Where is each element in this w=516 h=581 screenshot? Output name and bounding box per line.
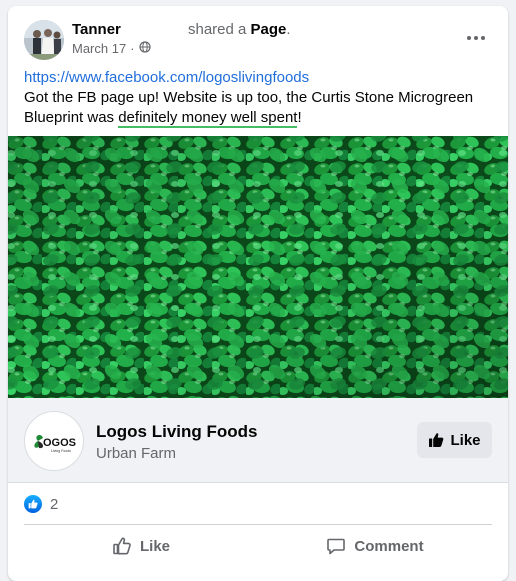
author-name[interactable]: Tanner [72,21,121,38]
shared-prefix: shared a [188,21,251,38]
shared-object-link[interactable]: Page [251,21,287,38]
page-name[interactable]: Logos Living Foods [96,422,257,442]
page-category: Urban Farm [96,445,177,462]
like-button[interactable]: Like [24,528,258,564]
like-page-button[interactable]: Like [417,422,492,458]
page-logo[interactable]: OGOS Living Foods [24,411,84,471]
like-reaction-icon [24,495,42,513]
author-avatar[interactable] [24,20,64,60]
post-image[interactable] [8,136,508,398]
post-text-highlight: definitely money well spent [118,109,298,128]
comment-icon [327,538,346,555]
author-line: Tanner [72,21,121,38]
actions-divider [24,524,492,525]
globe-icon[interactable] [138,41,151,56]
thumbs-up-icon [429,433,444,447]
like-button-label: Like [139,537,170,555]
logo-subtext: Living Foods [51,449,71,453]
microgreens-photo [8,136,508,398]
post-link[interactable]: https://www.facebook.com/logoslivingfood… [24,68,494,88]
more-options-button[interactable] [460,22,492,54]
post-card: Tanner shared a Page. March 17 · https:/… [8,6,508,581]
comment-button[interactable]: Comment [258,528,492,564]
comment-button-label: Comment [354,537,424,555]
post-meta: March 17 · [72,41,151,56]
page-preview[interactable]: OGOS Living Foods Logos Living Foods Urb… [8,398,508,483]
like-page-label: Like [450,431,481,449]
meta-separator: · [130,41,135,56]
post-header: Tanner shared a Page. March 17 · [24,18,496,62]
shared-text: shared a Page. [188,21,291,38]
reaction-count: 2 [50,495,59,513]
post-date[interactable]: March 17 [72,41,126,56]
logo-text: OGOS [43,437,76,449]
shared-suffix: . [286,21,291,38]
more-horizontal-icon [467,36,485,40]
post-body: https://www.facebook.com/logoslivingfood… [24,68,494,128]
reaction-summary[interactable]: 2 [24,494,58,514]
thumbs-up-outline-icon [113,537,131,555]
post-text-end: ! [297,109,302,126]
post-actions: Like Comment [24,528,492,564]
